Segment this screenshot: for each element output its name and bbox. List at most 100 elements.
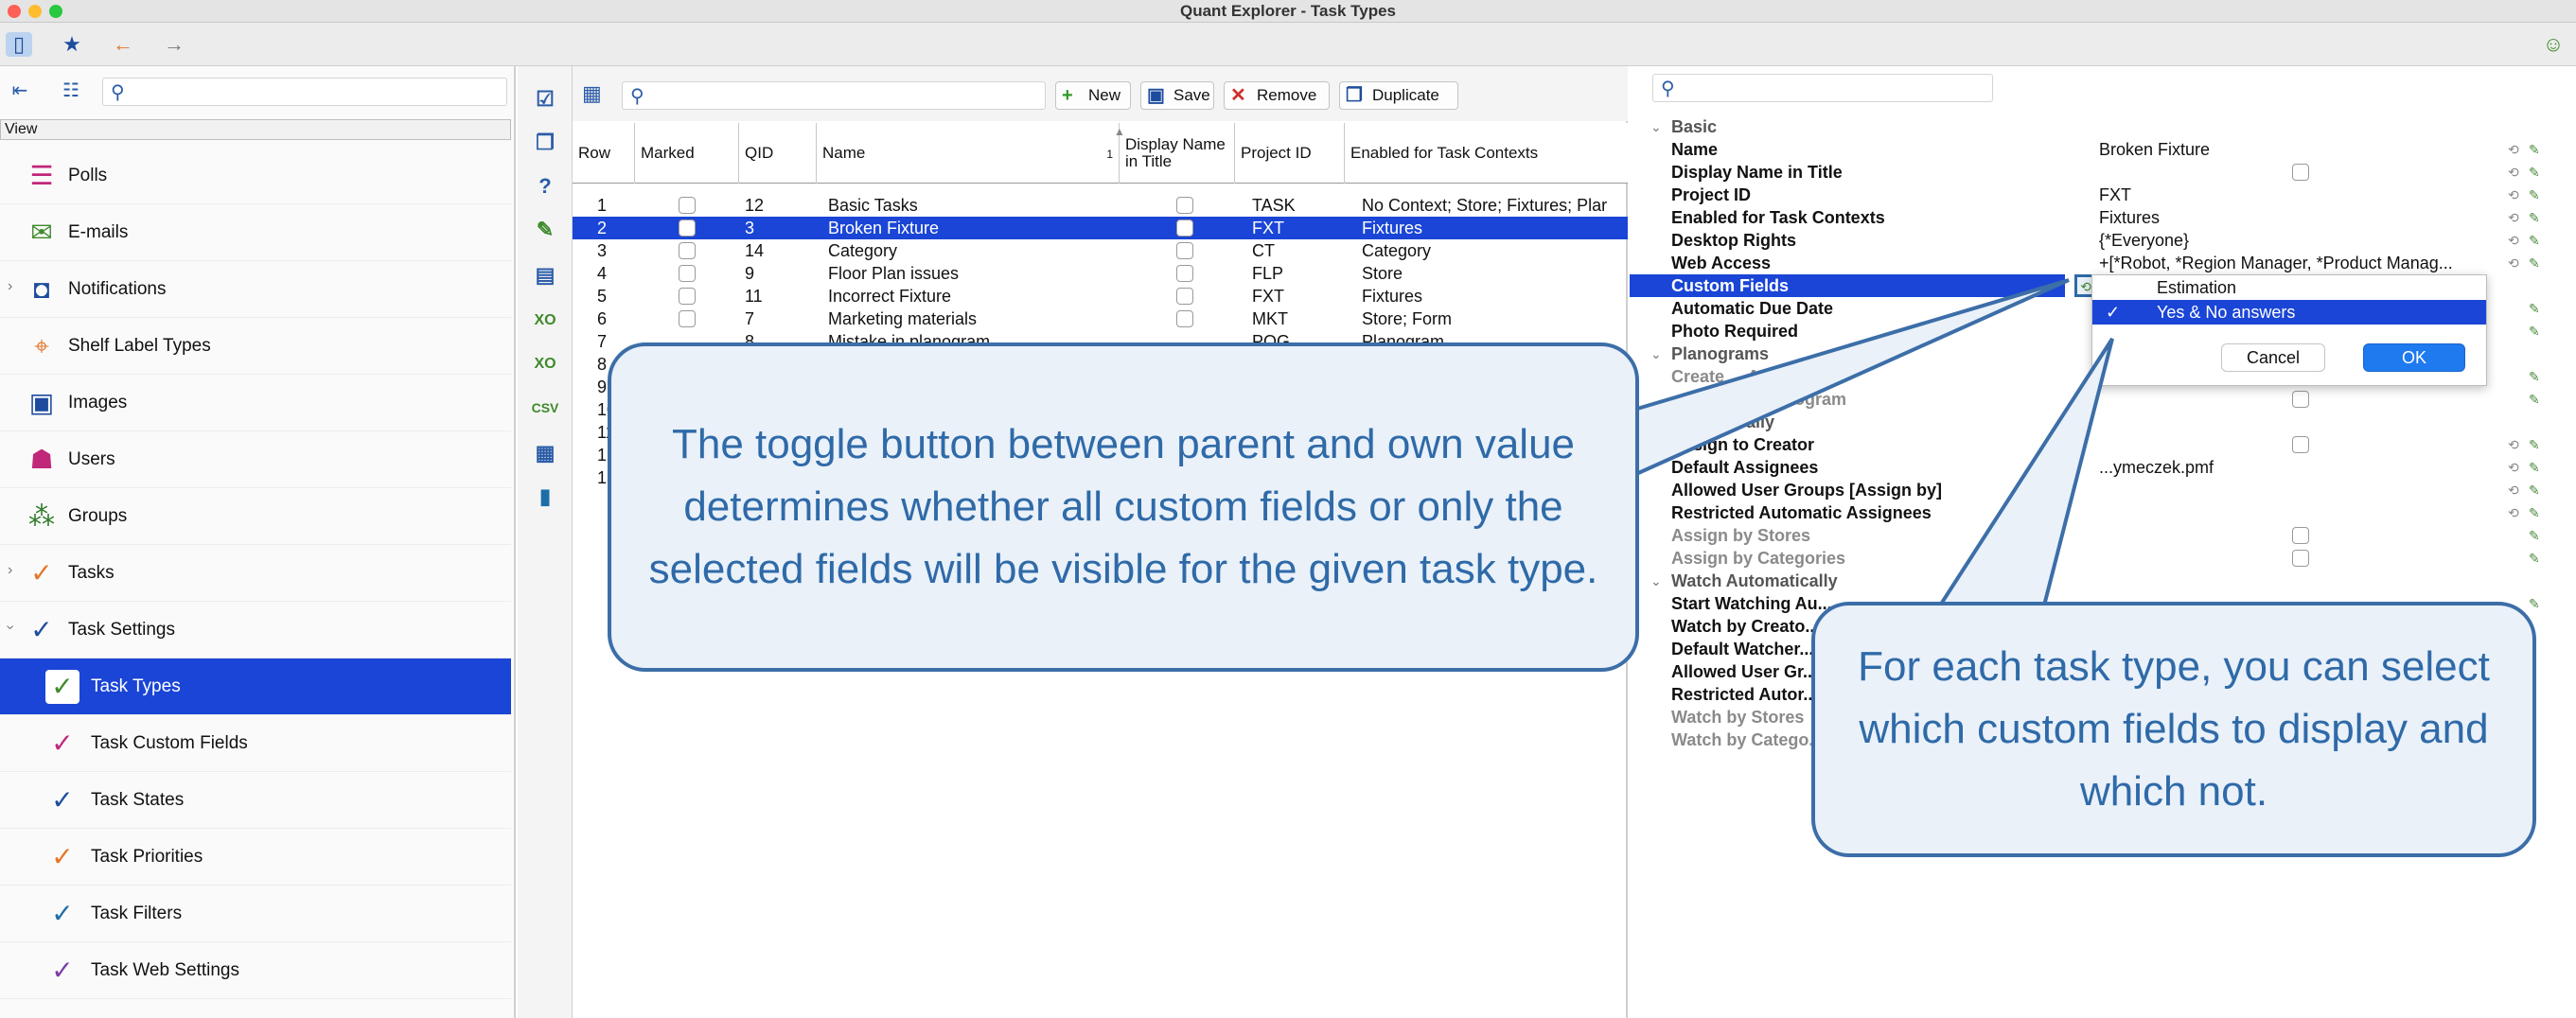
inherit-toggle-icon[interactable]: ⟲ <box>2508 481 2519 500</box>
planogram-issue-checkbox[interactable] <box>2292 391 2309 408</box>
custom-field-option-yes-no[interactable]: ✓ Yes & No answers <box>2092 300 2486 325</box>
tree-view-icon[interactable]: ☷ <box>57 78 85 104</box>
table-row[interactable]: 4 9 Floor Plan issues FLP Store <box>573 262 1628 285</box>
chevron-down-icon[interactable]: ⌄ <box>1650 342 1662 365</box>
inherit-toggle-icon[interactable]: ⟲ <box>2508 163 2519 182</box>
edit-pin-icon[interactable]: ✎ <box>2529 254 2540 272</box>
collapse-arrow-icon[interactable]: › <box>2 624 19 629</box>
property-row-web-access[interactable]: Web Access +[*Robot, *Region Manager, *P… <box>1630 252 2576 274</box>
grid-icon[interactable]: ▦ <box>582 81 602 106</box>
edit-pin-icon[interactable]: ✎ <box>2529 481 2540 500</box>
forward-arrow-icon[interactable]: → <box>161 32 187 57</box>
expand-arrow-icon[interactable]: › <box>8 278 12 295</box>
import-xo-icon[interactable]: XO <box>531 350 559 378</box>
display-name-checkbox[interactable] <box>1176 265 1193 282</box>
duplicate-button[interactable]: ❐ Duplicate <box>1339 81 1458 110</box>
edit-pin-icon[interactable]: ✎ <box>2529 594 2540 613</box>
property-row-allowed-user-groups[interactable]: Allowed User Groups [Assign by] ⟲ ✎ <box>1630 479 2576 501</box>
table-row-selected[interactable]: 2 3 Broken Fixture FXT Fixtures <box>573 217 1628 239</box>
edit-pin-icon[interactable]: ✎ <box>2529 503 2540 522</box>
chevron-down-icon[interactable]: ⌄ <box>1650 115 1662 138</box>
new-button[interactable]: + New <box>1055 81 1131 110</box>
smiley-icon[interactable]: ☺ <box>2540 32 2567 57</box>
property-search-input[interactable]: ⚲ <box>1652 74 1993 102</box>
edit-pin-icon[interactable]: ✎ <box>2529 322 2540 341</box>
back-arrow-icon[interactable]: ← <box>110 32 136 57</box>
question-icon[interactable]: ? <box>531 172 559 201</box>
pin-icon[interactable]: ✎ <box>531 216 559 244</box>
edit-pin-icon[interactable]: ✎ <box>2529 185 2540 204</box>
sidebar-item-task-types[interactable]: ✓ Task Types <box>0 658 511 715</box>
ok-button[interactable]: OK <box>2363 343 2465 372</box>
property-row-enabled-contexts[interactable]: Enabled for Task Contexts Fixtures ⟲ ✎ <box>1630 206 2576 229</box>
bar-chart-icon[interactable]: ▮ <box>531 483 559 511</box>
edit-pin-icon[interactable]: ✎ <box>2529 435 2540 454</box>
marked-checkbox[interactable] <box>679 219 696 237</box>
marked-checkbox[interactable] <box>679 265 696 282</box>
property-row-assign-by-categories[interactable]: Assign by Categories ✎ <box>1630 547 2576 570</box>
table-row[interactable]: 3 14 Category CT Category <box>573 239 1628 262</box>
sidebar-item-emails[interactable]: ✉ E-mails <box>0 204 511 261</box>
assign-by-categories-checkbox[interactable] <box>2292 550 2309 567</box>
sidebar-item-tasks[interactable]: › ✓ Tasks <box>0 545 511 602</box>
edit-pin-icon[interactable]: ✎ <box>2529 549 2540 568</box>
display-name-checkbox[interactable] <box>1176 219 1193 237</box>
property-row-planogram-issue[interactable]: ... Issue in Planogram ✎ <box>1630 388 2576 411</box>
marked-checkbox[interactable] <box>679 242 696 259</box>
inherit-toggle-icon[interactable]: ⟲ <box>2508 208 2519 227</box>
custom-field-option-estimation[interactable]: Estimation <box>2092 275 2486 300</box>
edit-pin-icon[interactable]: ✎ <box>2529 526 2540 545</box>
inherit-toggle-icon[interactable]: ⟲ <box>2508 435 2519 454</box>
csv-icon[interactable]: CSV <box>531 394 559 422</box>
edit-pin-icon[interactable]: ✎ <box>2529 458 2540 477</box>
property-row-custom-fields[interactable]: Custom Fields ⟲ <box>1630 274 2097 297</box>
inherit-toggle-icon[interactable]: ⟲ <box>2508 503 2519 522</box>
table-row[interactable]: 1 12 Basic Tasks TASK No Context; Store;… <box>573 194 1628 217</box>
sidebar-item-images[interactable]: ▣ Images <box>0 375 511 431</box>
column-header-qid[interactable]: QID <box>739 123 817 184</box>
section-assign-automatically[interactable]: ...tomatically <box>1630 411 2576 433</box>
property-row-project-id[interactable]: Project ID FXT ⟲ ✎ <box>1630 184 2576 206</box>
assign-by-stores-checkbox[interactable] <box>2292 527 2309 544</box>
checklist-icon[interactable]: ☑ <box>531 85 559 114</box>
inherit-toggle-icon[interactable]: ⟲ <box>2508 231 2519 250</box>
property-row-display-name[interactable]: Display Name in Title ⟲ ✎ <box>1630 161 2576 184</box>
export-xo-icon[interactable]: XO <box>531 307 559 335</box>
collapse-tree-icon[interactable]: ⇤ <box>6 78 34 104</box>
property-row-assign-to-creator[interactable]: Assign to Creator ⟲ ✎ <box>1630 433 2576 456</box>
column-header-name[interactable]: Name 1 ▲ <box>817 123 1125 184</box>
table-edit-icon[interactable]: ▦ <box>531 439 559 467</box>
sidebar-item-task-priorities[interactable]: ✓ Task Priorities <box>0 829 511 886</box>
display-name-checkbox[interactable] <box>1176 288 1193 305</box>
sidebar-item-task-filters[interactable]: ✓ Task Filters <box>0 886 511 942</box>
toggle-sidebar-icon[interactable]: ▯ <box>6 32 32 57</box>
property-row-restricted-assignees[interactable]: Restricted Automatic Assignees ⟲ ✎ <box>1630 501 2576 524</box>
edit-pin-icon[interactable]: ✎ <box>2529 140 2540 159</box>
column-header-row[interactable]: Row <box>573 123 635 184</box>
column-header-display-name[interactable]: Display Name in Title <box>1120 123 1235 184</box>
assign-to-creator-checkbox[interactable] <box>2292 436 2309 453</box>
sidebar-item-task-settings[interactable]: › ✓ Task Settings <box>0 602 511 658</box>
edit-pin-icon[interactable]: ✎ <box>2529 299 2540 318</box>
document-icon[interactable]: ▤ <box>531 261 559 290</box>
property-row-assign-by-stores[interactable]: Assign by Stores ✎ <box>1630 524 2576 547</box>
property-row-default-assignees[interactable]: Default Assignees ...ymeczek.pmf ⟲ ✎ <box>1630 456 2576 479</box>
remove-button[interactable]: ✕ Remove <box>1224 81 1330 110</box>
star-icon[interactable]: ★ <box>59 32 85 57</box>
edit-pin-icon[interactable]: ✎ <box>2529 163 2540 182</box>
sidebar-item-polls[interactable]: ☰ Polls <box>0 148 511 204</box>
table-row[interactable]: 5 11 Incorrect Fixture FXT Fixtures <box>573 285 1628 307</box>
sidebar-item-notifications[interactable]: › ◘ Notifications <box>0 261 511 318</box>
column-header-project-id[interactable]: Project ID <box>1235 123 1345 184</box>
edit-pin-icon[interactable]: ✎ <box>2529 208 2540 227</box>
display-name-checkbox[interactable] <box>2292 164 2309 181</box>
save-button[interactable]: ▣ Save <box>1140 81 1214 110</box>
display-name-checkbox[interactable] <box>1176 242 1193 259</box>
edit-pin-icon[interactable]: ✎ <box>2529 231 2540 250</box>
display-name-checkbox[interactable] <box>1176 310 1193 327</box>
column-header-contexts[interactable]: Enabled for Task Contexts <box>1345 123 1628 184</box>
expand-arrow-icon[interactable]: › <box>8 562 12 579</box>
sidebar-item-shelf-label-types[interactable]: ⌖ Shelf Label Types <box>0 318 511 375</box>
inherit-toggle-icon[interactable]: ⟲ <box>2508 140 2519 159</box>
inherit-toggle-icon[interactable]: ⟲ <box>2508 254 2519 272</box>
